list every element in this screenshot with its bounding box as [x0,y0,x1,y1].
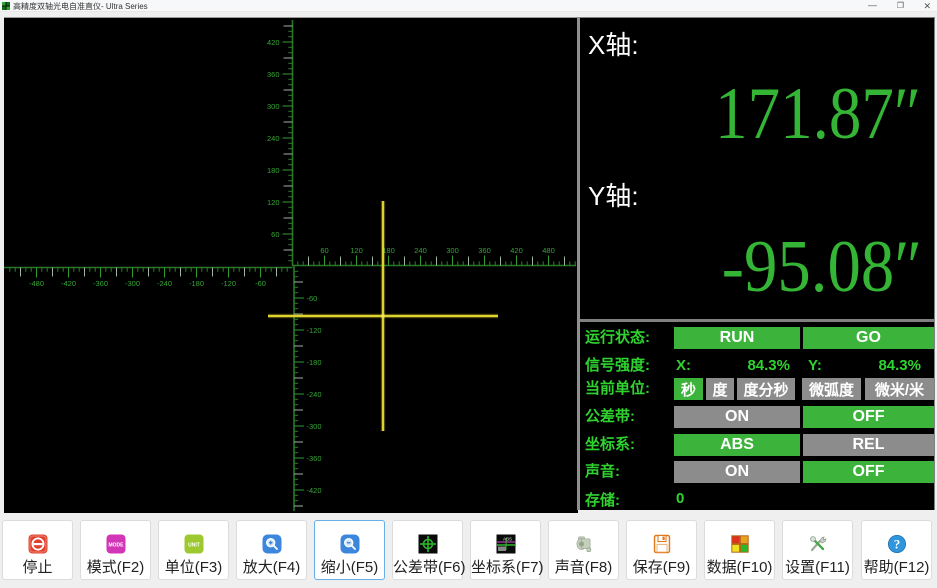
svg-text:-360: -360 [93,279,108,288]
svg-text:-120: -120 [307,326,322,335]
svg-text:420: 420 [267,38,280,47]
svg-text:-240: -240 [157,279,172,288]
svg-text:-420: -420 [307,486,322,495]
svg-text:-240: -240 [307,390,322,399]
svg-text:120: 120 [350,246,363,255]
svg-text:300: 300 [267,102,280,111]
svg-text:240: 240 [414,246,427,255]
svg-text:ABS: ABS [502,537,511,542]
svg-text:360: 360 [478,246,491,255]
svg-text:-180: -180 [189,279,204,288]
svg-text:180: 180 [267,166,280,175]
svg-text:-60: -60 [307,294,318,303]
svg-text:-420: -420 [61,279,76,288]
svg-text:-180: -180 [307,358,322,367]
svg-text:480: 480 [542,246,555,255]
svg-text:420: 420 [510,246,523,255]
svg-text:-120: -120 [221,279,236,288]
svg-text:-300: -300 [307,422,322,431]
svg-text:240: 240 [267,134,280,143]
svg-text:MODE: MODE [108,543,124,549]
svg-text:-60: -60 [255,279,266,288]
svg-text:?: ? [893,537,900,552]
svg-text:-480: -480 [29,279,44,288]
svg-text:-300: -300 [125,279,140,288]
svg-text:-360: -360 [307,454,322,463]
svg-text:120: 120 [267,198,280,207]
svg-text:300: 300 [446,246,459,255]
svg-text:360: 360 [267,70,280,79]
svg-text:UNIT: UNIT [188,543,200,549]
svg-text:60: 60 [320,246,328,255]
svg-text:60: 60 [271,230,279,239]
